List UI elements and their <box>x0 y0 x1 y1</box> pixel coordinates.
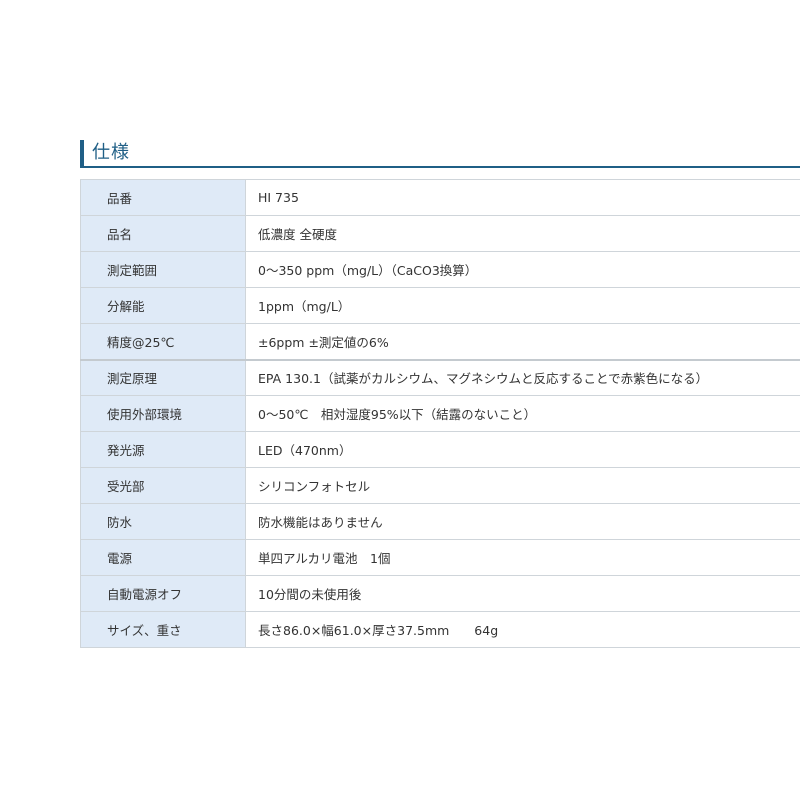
section-title: 仕様 <box>92 142 130 163</box>
spec-label-product-name: 品名 <box>80 215 246 252</box>
spec-label-light-source: 発光源 <box>80 431 246 468</box>
spec-label-size-weight: サイズ、重さ <box>80 611 246 648</box>
spec-label-auto-power-off: 自動電源オフ <box>80 575 246 612</box>
spec-label-operating-environment: 使用外部環境 <box>80 395 246 432</box>
table-row: サイズ、重さ 長さ86.0×幅61.0×厚さ37.5mm 64g <box>80 611 800 648</box>
spec-value-product-name: 低濃度 全硬度 <box>245 215 800 252</box>
table-row: 発光源 LED（470nm） <box>80 431 800 468</box>
spec-value-accuracy: ±6ppm ±測定値の6% <box>245 323 800 360</box>
table-row: 測定原理 EPA 130.1（試薬がカルシウム、マグネシウムと反応することで赤紫… <box>80 358 800 396</box>
table-row: 分解能 1ppm（mg/L） <box>80 287 800 324</box>
spec-label-power: 電源 <box>80 539 246 576</box>
table-row: 受光部 シリコンフォトセル <box>80 467 800 504</box>
spec-value-detector: シリコンフォトセル <box>245 467 800 504</box>
spec-label-detector: 受光部 <box>80 467 246 504</box>
spec-value-size-weight: 長さ86.0×幅61.0×厚さ37.5mm 64g <box>245 611 800 648</box>
spec-table: 品番 HI 735 品名 低濃度 全硬度 測定範囲 0～350 ppm（mg/L… <box>80 179 800 648</box>
spec-label-measurement-range: 測定範囲 <box>80 251 246 288</box>
spec-label-accuracy: 精度@25℃ <box>80 323 246 360</box>
table-row: 自動電源オフ 10分間の未使用後 <box>80 575 800 612</box>
spec-value-resolution: 1ppm（mg/L） <box>245 287 800 324</box>
table-row: 防水 防水機能はありません <box>80 503 800 540</box>
table-row: 電源 単四アルカリ電池 1個 <box>80 539 800 576</box>
spec-label-measurement-principle: 測定原理 <box>80 358 246 396</box>
spec-value-auto-power-off: 10分間の未使用後 <box>245 575 800 612</box>
table-row: 測定範囲 0～350 ppm（mg/L）（CaCO3換算） <box>80 251 800 288</box>
table-row: 精度@25℃ ±6ppm ±測定値の6% <box>80 323 800 360</box>
table-row: 品名 低濃度 全硬度 <box>80 215 800 252</box>
spec-label-resolution: 分解能 <box>80 287 246 324</box>
spec-value-waterproof: 防水機能はありません <box>245 503 800 540</box>
table-row: 品番 HI 735 <box>80 179 800 216</box>
spec-label-part-number: 品番 <box>80 179 246 216</box>
spec-label-waterproof: 防水 <box>80 503 246 540</box>
spec-value-light-source: LED（470nm） <box>245 431 800 468</box>
spec-value-part-number: HI 735 <box>245 179 800 216</box>
spec-value-measurement-range: 0～350 ppm（mg/L）（CaCO3換算） <box>245 251 800 288</box>
spec-value-operating-environment: 0～50℃ 相対湿度95%以下（結露のないこと） <box>245 395 800 432</box>
spec-value-power: 単四アルカリ電池 1個 <box>245 539 800 576</box>
section-heading: 仕様 <box>80 140 800 168</box>
spec-value-measurement-principle: EPA 130.1（試薬がカルシウム、マグネシウムと反応することで赤紫色になる） <box>245 358 800 396</box>
table-row: 使用外部環境 0～50℃ 相対湿度95%以下（結露のないこと） <box>80 395 800 432</box>
